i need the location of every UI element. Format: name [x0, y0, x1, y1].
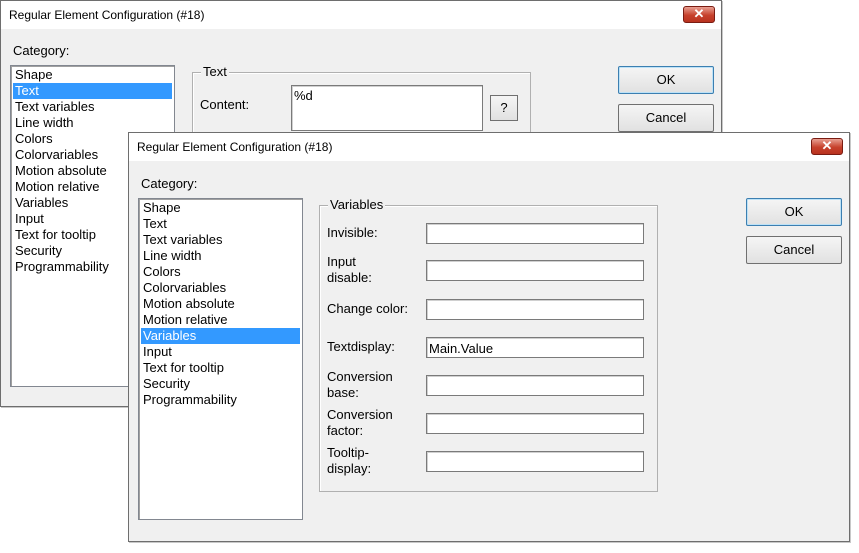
front-dialog-title: Regular Element Configuration (#18)	[137, 140, 333, 154]
front-cancel-button[interactable]: Cancel	[746, 236, 842, 264]
back-help-button[interactable]: ?	[490, 95, 518, 121]
variable-field[interactable]	[426, 375, 644, 396]
back-category-item[interactable]: Shape	[13, 67, 172, 83]
back-dialog-close-button[interactable]: ✕	[683, 6, 715, 23]
back-category-label: Category:	[13, 43, 70, 58]
front-category-item[interactable]: Input	[141, 344, 300, 360]
variable-field[interactable]: Main.Value	[426, 337, 644, 358]
front-category-list[interactable]: Shape Text Text variables Line width Colors C…	[138, 198, 303, 520]
field-label-line1: Change color:	[327, 301, 408, 316]
back-content-label: Content:	[200, 97, 250, 112]
variable-field[interactable]	[426, 451, 644, 472]
front-category-label: Category:	[141, 176, 198, 191]
field-label-line1: Conversion	[327, 407, 393, 422]
field-label-line1: Textdisplay:	[327, 339, 395, 354]
field-label-line2: display:	[327, 461, 372, 476]
front-dialog: Regular Element Configuration (#18) ✕ Ca…	[128, 132, 850, 542]
front-variables-group: Variables Invisible: Input disable: Change …	[319, 197, 658, 492]
front-category-item[interactable]: Colorvariables	[141, 280, 300, 296]
front-category-item[interactable]: Text for tooltip	[141, 360, 300, 376]
front-category-item[interactable]: Text variables	[141, 232, 300, 248]
front-category-item[interactable]: Motion absolute	[141, 296, 300, 312]
variable-field[interactable]	[426, 260, 644, 281]
help-icon: ?	[500, 100, 508, 115]
back-category-item[interactable]: Text variables	[13, 99, 172, 115]
front-category-item[interactable]: Text	[141, 216, 300, 232]
close-icon: ✕	[693, 6, 705, 21]
back-content-field[interactable]: %d	[291, 85, 483, 131]
back-category-item[interactable]: Line width	[13, 115, 172, 131]
front-ok-button[interactable]: OK	[746, 198, 842, 226]
variable-field[interactable]	[426, 299, 644, 320]
variable-field[interactable]	[426, 413, 644, 434]
back-category-item[interactable]: Text	[13, 83, 172, 99]
front-category-item[interactable]: Shape	[141, 200, 300, 216]
back-dialog-title: Regular Element Configuration (#18)	[9, 8, 205, 22]
front-category-item[interactable]: Security	[141, 376, 300, 392]
field-label-line1: Conversion	[327, 369, 393, 384]
field-label-line1: Tooltip-	[327, 445, 369, 460]
front-group-title: Variables	[328, 197, 386, 212]
variable-field[interactable]	[426, 223, 644, 244]
field-label-line2: factor:	[327, 423, 364, 438]
field-label-line1: Invisible:	[327, 225, 378, 240]
back-dialog-titlebar[interactable]: Regular Element Configuration (#18) ✕	[1, 1, 721, 29]
front-dialog-titlebar[interactable]: Regular Element Configuration (#18) ✕	[129, 133, 849, 161]
front-category-item[interactable]: Programmability	[141, 392, 300, 408]
front-category-item[interactable]: Colors	[141, 264, 300, 280]
field-label-line2: disable:	[327, 270, 372, 285]
field-label-line1: Input	[327, 254, 356, 269]
back-cancel-button[interactable]: Cancel	[618, 104, 714, 132]
close-icon: ✕	[821, 138, 833, 153]
front-category-item[interactable]: Motion relative	[141, 312, 300, 328]
field-label-line2: base:	[327, 385, 359, 400]
back-ok-button[interactable]: OK	[618, 66, 714, 94]
front-category-item[interactable]: Variables	[141, 328, 300, 344]
front-dialog-close-button[interactable]: ✕	[811, 138, 843, 155]
back-group-title: Text	[201, 64, 229, 79]
front-category-item[interactable]: Line width	[141, 248, 300, 264]
